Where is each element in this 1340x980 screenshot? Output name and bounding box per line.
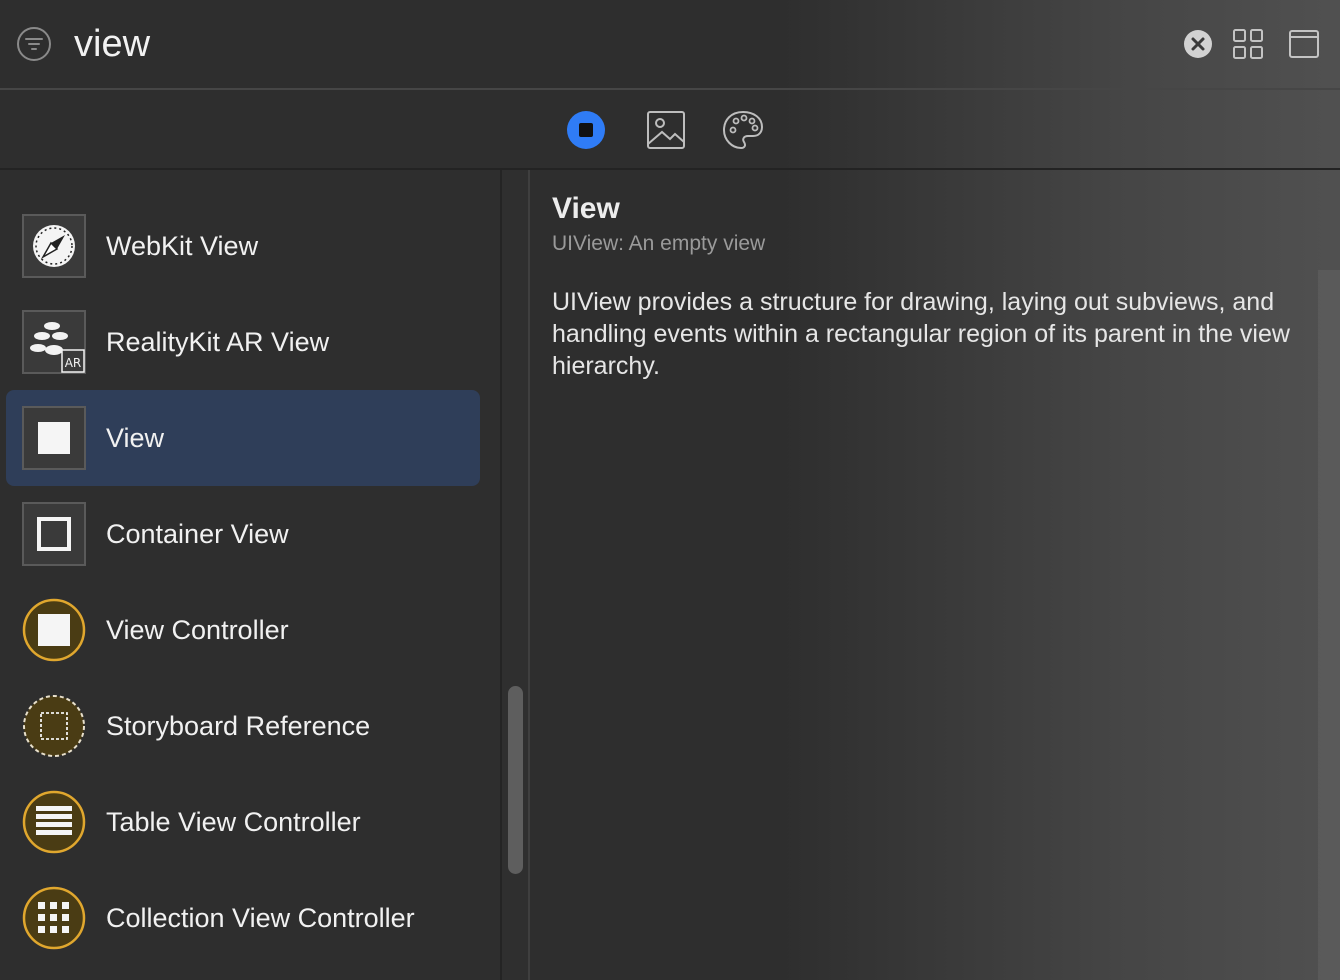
list-item-label: Collection View Controller: [106, 903, 415, 933]
list-item-label: WebKit View: [106, 231, 259, 261]
library-toolbar: [0, 90, 1340, 170]
detail-panel: View UIView: An empty view UIView provid…: [532, 170, 1340, 980]
list-item-label: Storyboard Reference: [106, 711, 371, 741]
search-bar: [0, 0, 1340, 90]
view-controller-icon: [22, 598, 86, 662]
table-view-controller-icon: [22, 790, 86, 854]
list-item-label: View Controller: [106, 615, 289, 645]
filled-square-icon: [22, 406, 86, 470]
ar-icon: AR: [22, 310, 86, 374]
list-item-table-view-controller[interactable]: Table View Controller: [6, 774, 480, 870]
media-icon[interactable]: [644, 108, 688, 152]
detail-subtitle: UIView: An empty view: [552, 232, 766, 255]
list-item-label: Container View: [106, 519, 289, 549]
compass-icon: [22, 214, 86, 278]
list-item-view-controller[interactable]: View Controller: [6, 582, 480, 678]
grid-view-icon[interactable]: [1232, 28, 1264, 60]
outline-square-icon: [22, 502, 86, 566]
list-item-label: Table View Controller: [106, 807, 361, 837]
library-window: WebKit View AR RealityKit AR View View: [0, 0, 1340, 980]
filter-icon[interactable]: [17, 27, 51, 61]
xmark-circle-icon[interactable]: [1183, 29, 1213, 59]
objects-icon[interactable]: [564, 108, 608, 152]
detail-title: View: [552, 192, 620, 225]
detail-description: UIView provides a structure for drawing,…: [552, 288, 1290, 380]
list-scrollbar[interactable]: [502, 170, 530, 980]
search-input[interactable]: [74, 18, 1154, 70]
detail-scroll-edge: [1318, 270, 1340, 980]
scrollbar-thumb[interactable]: [508, 686, 523, 874]
list-item-view[interactable]: View: [6, 390, 480, 486]
color-palette-icon[interactable]: [721, 108, 765, 152]
list-item-container-view[interactable]: Container View: [6, 486, 480, 582]
list-item-realitykit-ar-view[interactable]: AR RealityKit AR View: [6, 294, 480, 390]
list-item-partial[interactable]: [6, 170, 480, 182]
window-icon[interactable]: [1288, 28, 1320, 60]
list-item-storyboard-reference[interactable]: Storyboard Reference: [6, 678, 480, 774]
svg-text:AR: AR: [65, 356, 82, 370]
list-item-webkit-view[interactable]: WebKit View: [6, 198, 480, 294]
collection-view-controller-icon: [22, 886, 86, 950]
list-item-collection-view-controller[interactable]: Collection View Controller: [6, 870, 480, 966]
object-list: WebKit View AR RealityKit AR View View C…: [0, 170, 500, 980]
list-item-label: RealityKit AR View: [106, 327, 330, 357]
storyboard-reference-icon: [23, 695, 85, 757]
list-item-label: View: [106, 423, 165, 453]
